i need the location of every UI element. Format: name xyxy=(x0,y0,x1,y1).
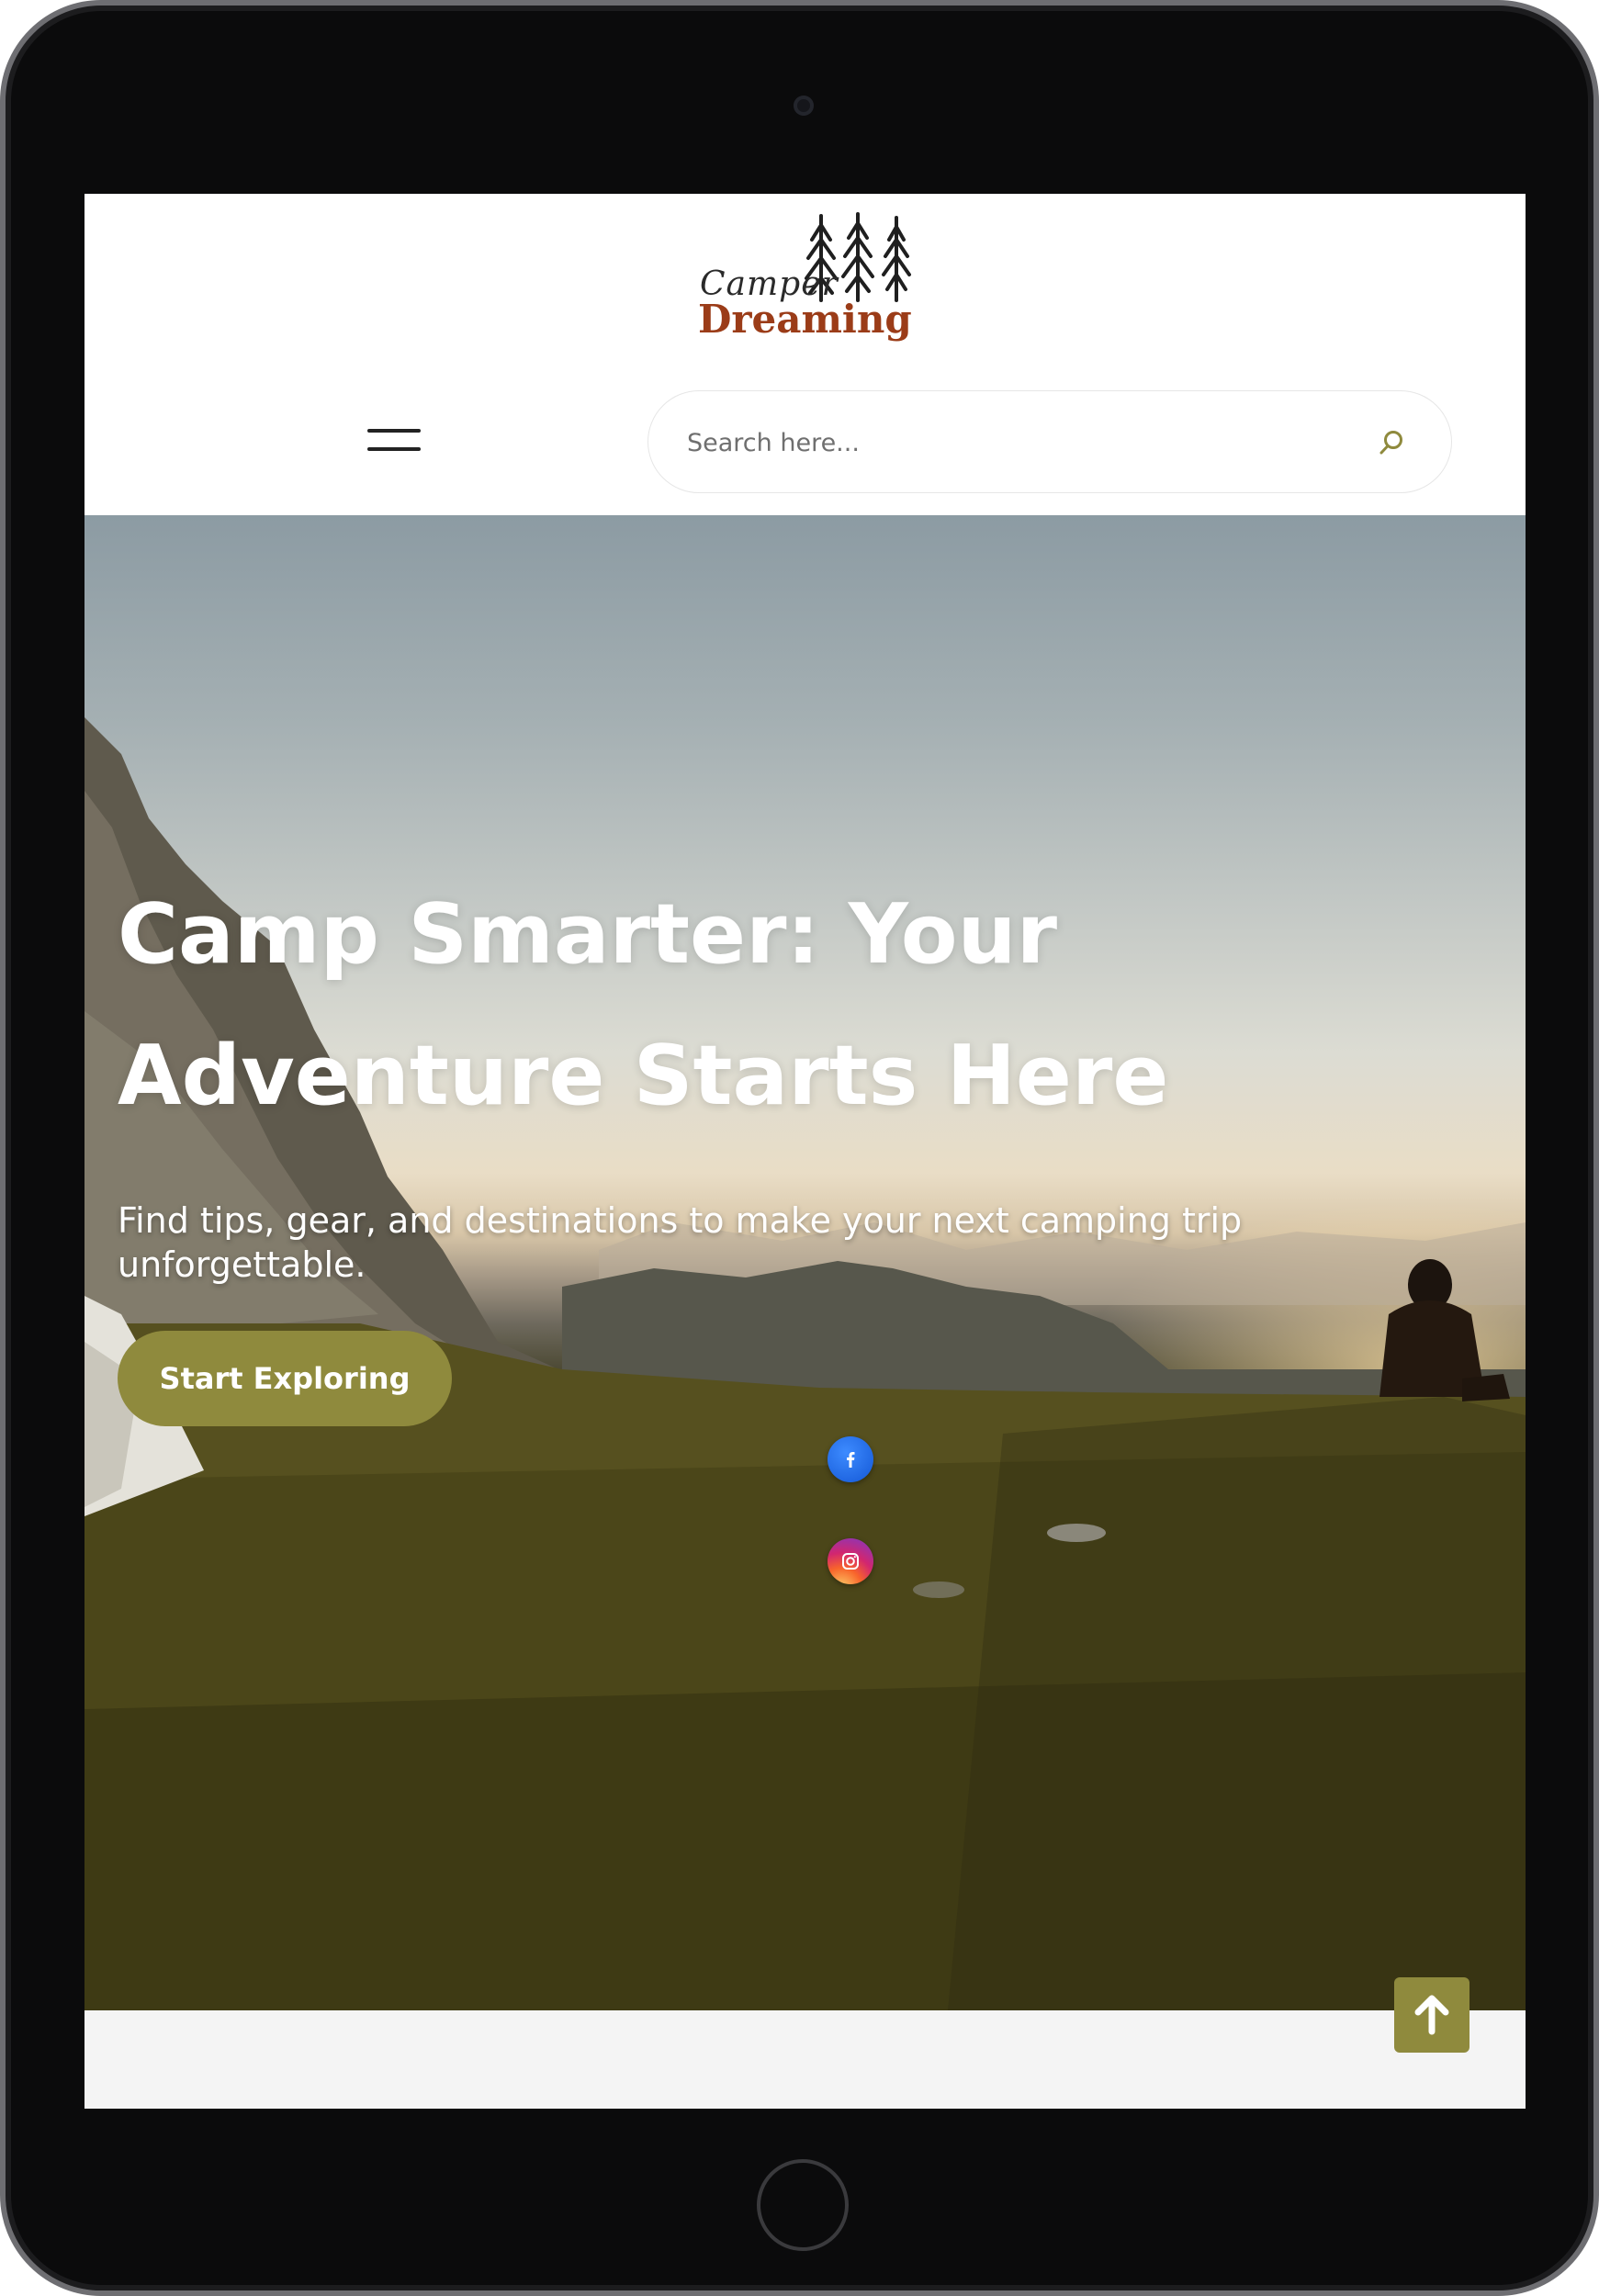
facebook-icon[interactable] xyxy=(828,1436,873,1482)
front-camera xyxy=(794,96,814,116)
logo-text-dreaming: Dreaming xyxy=(698,297,912,342)
instagram-icon[interactable] xyxy=(828,1538,873,1584)
instagram-glyph xyxy=(842,1553,859,1570)
site-logo[interactable]: Camper Dreaming xyxy=(698,212,928,350)
search-icon[interactable] xyxy=(1377,428,1406,457)
arrow-up-icon xyxy=(1414,1995,1449,2035)
hero-section: Camp Smarter: Your Adventure Starts Here… xyxy=(84,515,1526,2010)
menu-line xyxy=(367,447,421,451)
search-input[interactable] xyxy=(685,419,1332,467)
facebook-glyph xyxy=(847,1452,855,1468)
start-exploring-button[interactable]: Start Exploring xyxy=(118,1331,452,1426)
site-header: Camper Dreaming xyxy=(84,194,1526,515)
browser-viewport: Camper Dreaming Search here... Camp Smar… xyxy=(84,194,1526,2109)
tablet-frame: Camper Dreaming Search here... Camp Smar… xyxy=(0,0,1599,2296)
hero-subtitle: Find tips, gear, and destinations to mak… xyxy=(118,1200,1243,1285)
menu-line xyxy=(367,429,421,433)
hamburger-menu-icon[interactable] xyxy=(367,423,422,460)
hero-title: Camp Smarter: Your Adventure Starts Here xyxy=(118,886,1169,1124)
home-button[interactable] xyxy=(757,2159,849,2251)
search-form xyxy=(647,390,1452,493)
back-to-top-button[interactable] xyxy=(1394,1977,1470,2053)
next-section-strip xyxy=(84,2010,1526,2109)
